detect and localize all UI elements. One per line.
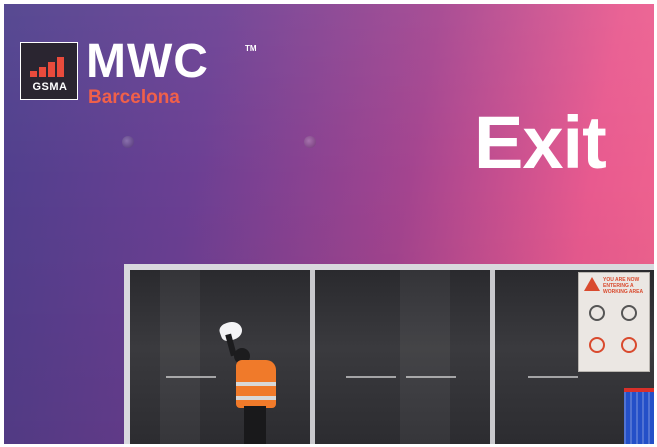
vest-stripe [236,382,276,386]
gsma-label: GSMA [32,81,68,93]
glass-reflection [160,270,200,444]
barcelona-text: Barcelona [88,87,180,108]
wall-bolt [304,136,316,148]
warning-triangle-icon [584,277,600,291]
no-pedestrians-icon [621,337,637,353]
blue-cart [624,388,654,444]
mwc-brand-text: MWC [86,35,209,88]
glass-storefront: YOU ARE NOW ENTERING A WORKING AREA [124,264,654,444]
floor-light [528,376,578,378]
floor-light [406,376,456,378]
photo: GSMA MWC TM Barcelona Exit YOU ARE NOW E… [4,4,654,444]
worker-legs [244,406,266,444]
gsma-logo-box: GSMA [20,42,78,100]
vest-stripe [236,396,276,400]
safety-boots-icon [621,305,637,321]
floor-light [346,376,396,378]
door-frame [310,270,315,444]
exit-sign-text: Exit [474,101,607,184]
cleaning-worker [217,318,292,444]
floor-light [166,376,216,378]
wall-bolt [122,136,134,148]
safety-helmet-icon [589,305,605,321]
door-frame [490,270,495,444]
glass-reflection [400,270,450,444]
no-entry-icon [589,337,605,353]
safety-notice-sign: YOU ARE NOW ENTERING A WORKING AREA [578,272,650,372]
glass-interior: YOU ARE NOW ENTERING A WORKING AREA [130,270,654,444]
trademark-mark: TM [245,44,257,53]
safety-notice-heading: YOU ARE NOW ENTERING A WORKING AREA [603,277,644,295]
gsma-bars-icon [30,55,70,77]
